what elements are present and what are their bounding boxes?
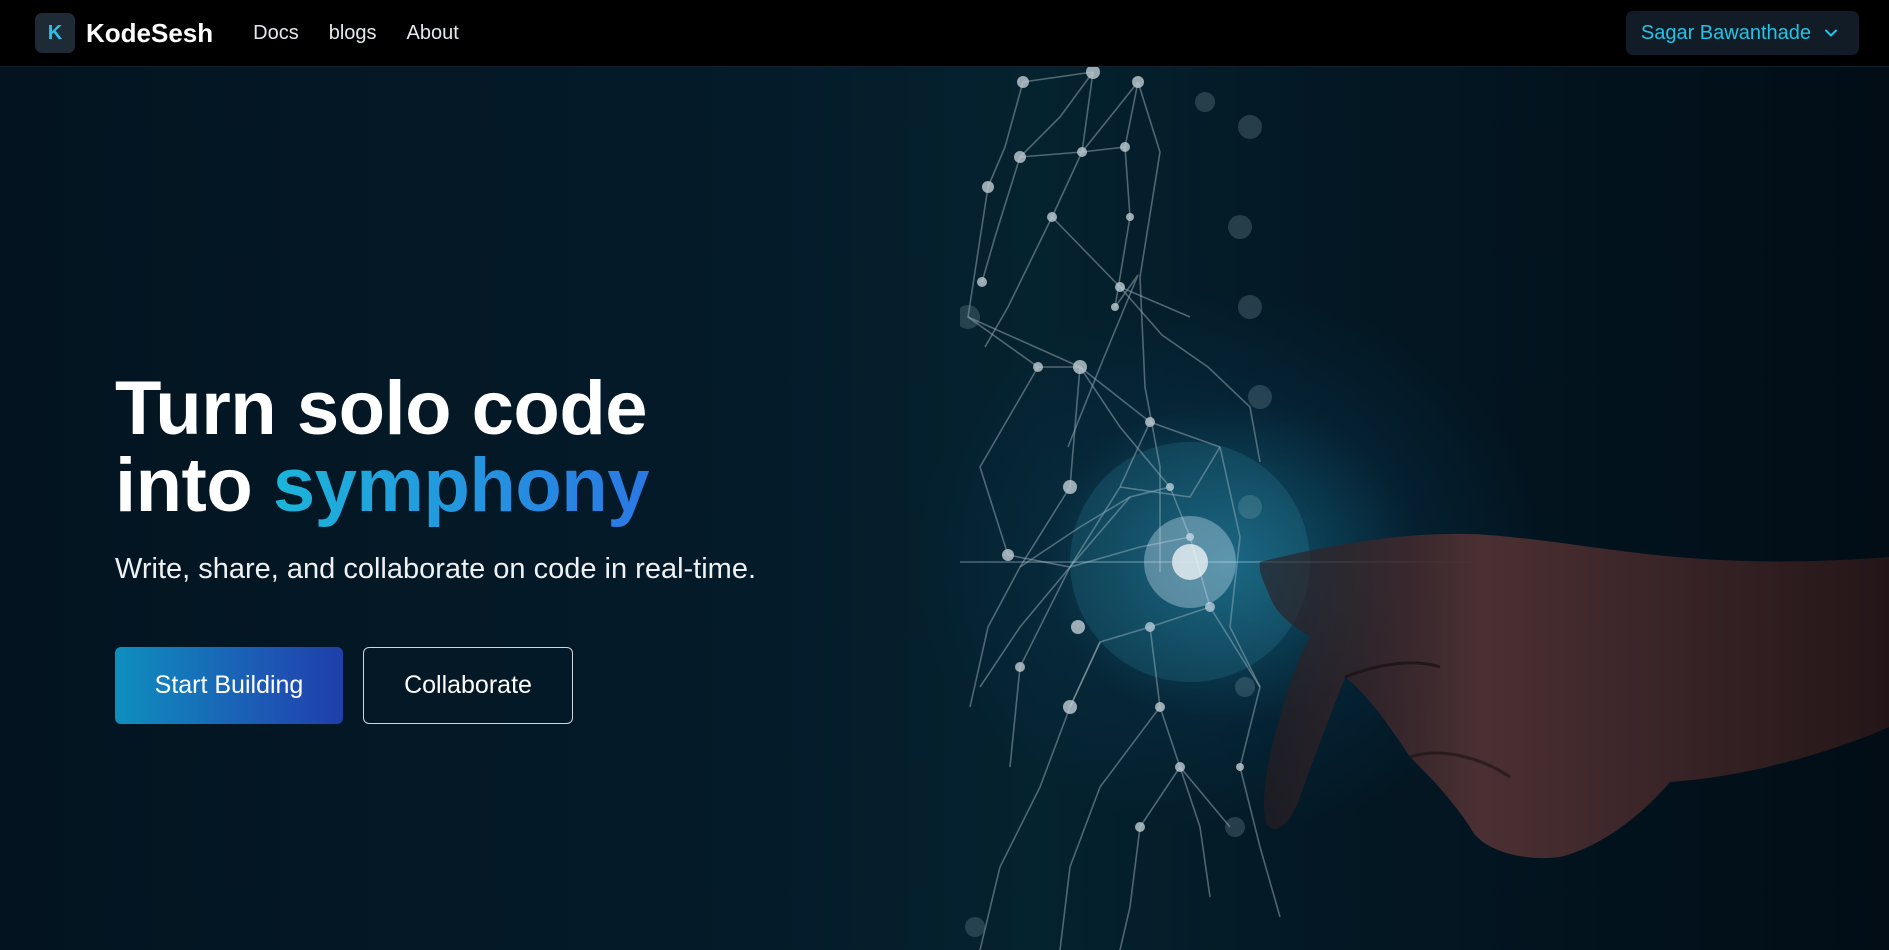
hero-title-line1: Turn solo code <box>115 366 648 451</box>
user-menu-button[interactable]: Sagar Bawanthade <box>1625 11 1859 55</box>
hero-title-line2-prefix: into <box>115 443 273 528</box>
hero-section: Turn solo code into symphony Write, shar… <box>0 67 1889 950</box>
nav-link-blogs[interactable]: blogs <box>329 22 377 45</box>
logo-icon[interactable]: K <box>35 13 75 53</box>
user-name: Sagar Bawanthade <box>1640 21 1811 44</box>
nav-link-about[interactable]: About <box>407 22 459 45</box>
start-building-button[interactable]: Start Building <box>115 647 343 724</box>
hand-illustration <box>1259 533 1889 859</box>
collaborate-button[interactable]: Collaborate <box>363 647 573 724</box>
hero-subtitle: Write, share, and collaborate on code in… <box>115 553 757 585</box>
top-navbar: K KodeSesh Docs blogs About Sagar Bawant… <box>0 0 1889 67</box>
nav-links: Docs blogs About <box>253 22 489 45</box>
nav-link-docs[interactable]: Docs <box>253 22 299 45</box>
logo-letter: K <box>47 21 63 44</box>
brand-name[interactable]: KodeSesh <box>86 18 213 49</box>
hero-title: Turn solo code into symphony <box>115 370 649 524</box>
hero-title-accent: symphony <box>272 443 650 528</box>
chevron-down-icon <box>1825 29 1837 37</box>
